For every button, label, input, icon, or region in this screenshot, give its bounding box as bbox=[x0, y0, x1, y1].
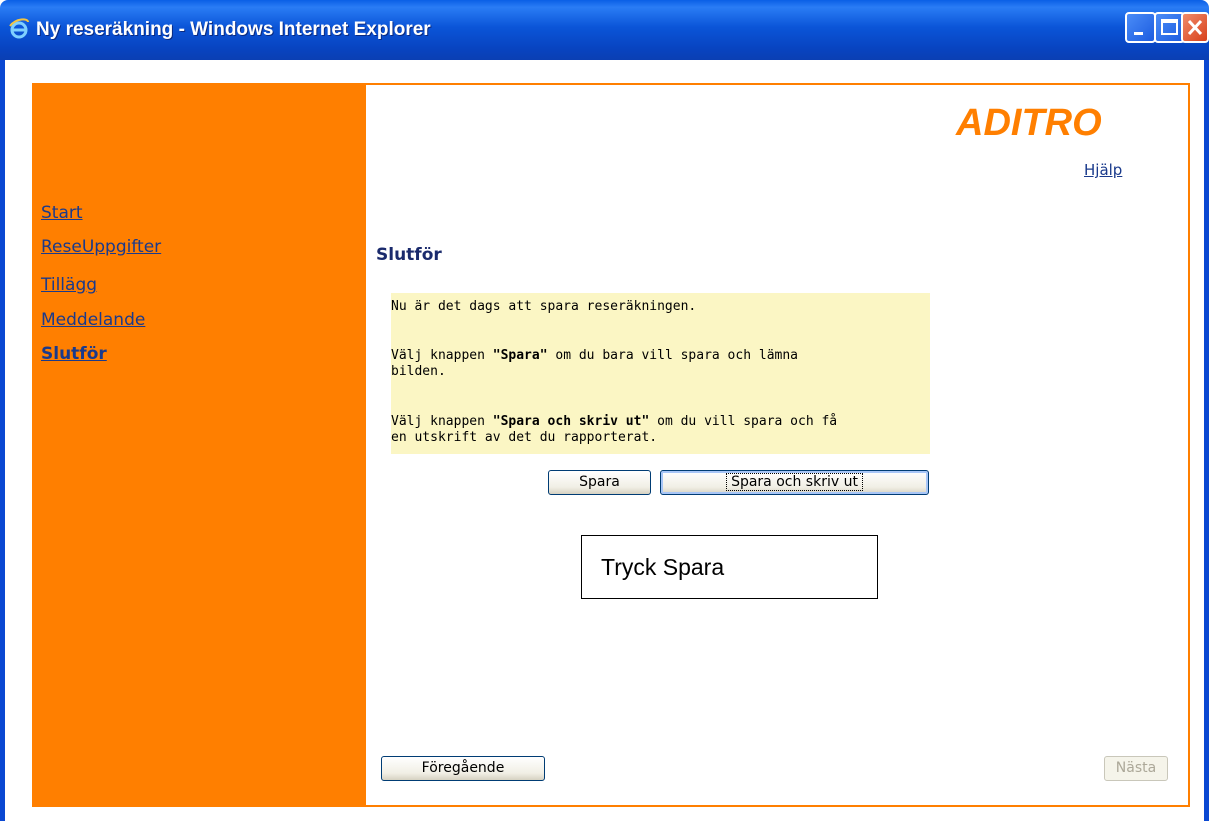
info-text-save-print-cont: en utskrift av det du rapporterat. bbox=[391, 430, 658, 445]
minimize-icon bbox=[1134, 32, 1143, 35]
info-box: Nu är det dags att spara reseräkningen. … bbox=[391, 293, 930, 454]
aditro-logo: ADITRO bbox=[955, 102, 1102, 140]
window-title: Ny reseräkning - Windows Internet Explor… bbox=[36, 19, 431, 40]
sidebar-item-tillagg[interactable]: Tillägg bbox=[41, 275, 97, 295]
save-button[interactable]: Spara bbox=[548, 470, 651, 495]
next-button[interactable]: Nästa bbox=[1104, 756, 1168, 781]
sidebar-item-slutfor[interactable]: Slutför bbox=[41, 344, 107, 364]
window-frame-left bbox=[0, 60, 5, 821]
info-text-intro: Nu är det dags att spara reseräkningen. bbox=[391, 299, 697, 314]
page-container: Start ReseUppgifter Tillägg Meddelande S… bbox=[32, 83, 1190, 807]
sidebar-item-reseuppgifter[interactable]: ReseUppgifter bbox=[41, 237, 161, 257]
minimize-button[interactable] bbox=[1125, 12, 1156, 43]
sidebar-item-start[interactable]: Start bbox=[41, 203, 83, 223]
svg-text:ADITRO: ADITRO bbox=[955, 102, 1102, 140]
window-frame-right bbox=[1204, 60, 1209, 821]
close-icon bbox=[1187, 19, 1203, 36]
window-title-bar[interactable]: Ny reseräkning - Windows Internet Explor… bbox=[0, 0, 1209, 60]
info-text-save-print: Välj knappen "Spara och skriv ut" om du … bbox=[391, 414, 838, 429]
close-button[interactable] bbox=[1181, 12, 1209, 43]
info-text-save-cont: bilden. bbox=[391, 364, 446, 379]
save-and-print-button[interactable]: Spara och skriv ut bbox=[660, 470, 929, 495]
info-text-save: Välj knappen "Spara" om du bara vill spa… bbox=[391, 348, 798, 363]
maximize-icon bbox=[1161, 19, 1178, 35]
previous-button[interactable]: Föregående bbox=[381, 756, 545, 781]
page-title: Slutför bbox=[376, 245, 442, 265]
sidebar: Start ReseUppgifter Tillägg Meddelande S… bbox=[34, 85, 366, 805]
annotation-callout: Tryck Spara bbox=[581, 535, 878, 599]
help-link[interactable]: Hjälp bbox=[1084, 161, 1122, 179]
internet-explorer-icon bbox=[9, 18, 29, 39]
sidebar-item-meddelande[interactable]: Meddelande bbox=[41, 310, 145, 330]
